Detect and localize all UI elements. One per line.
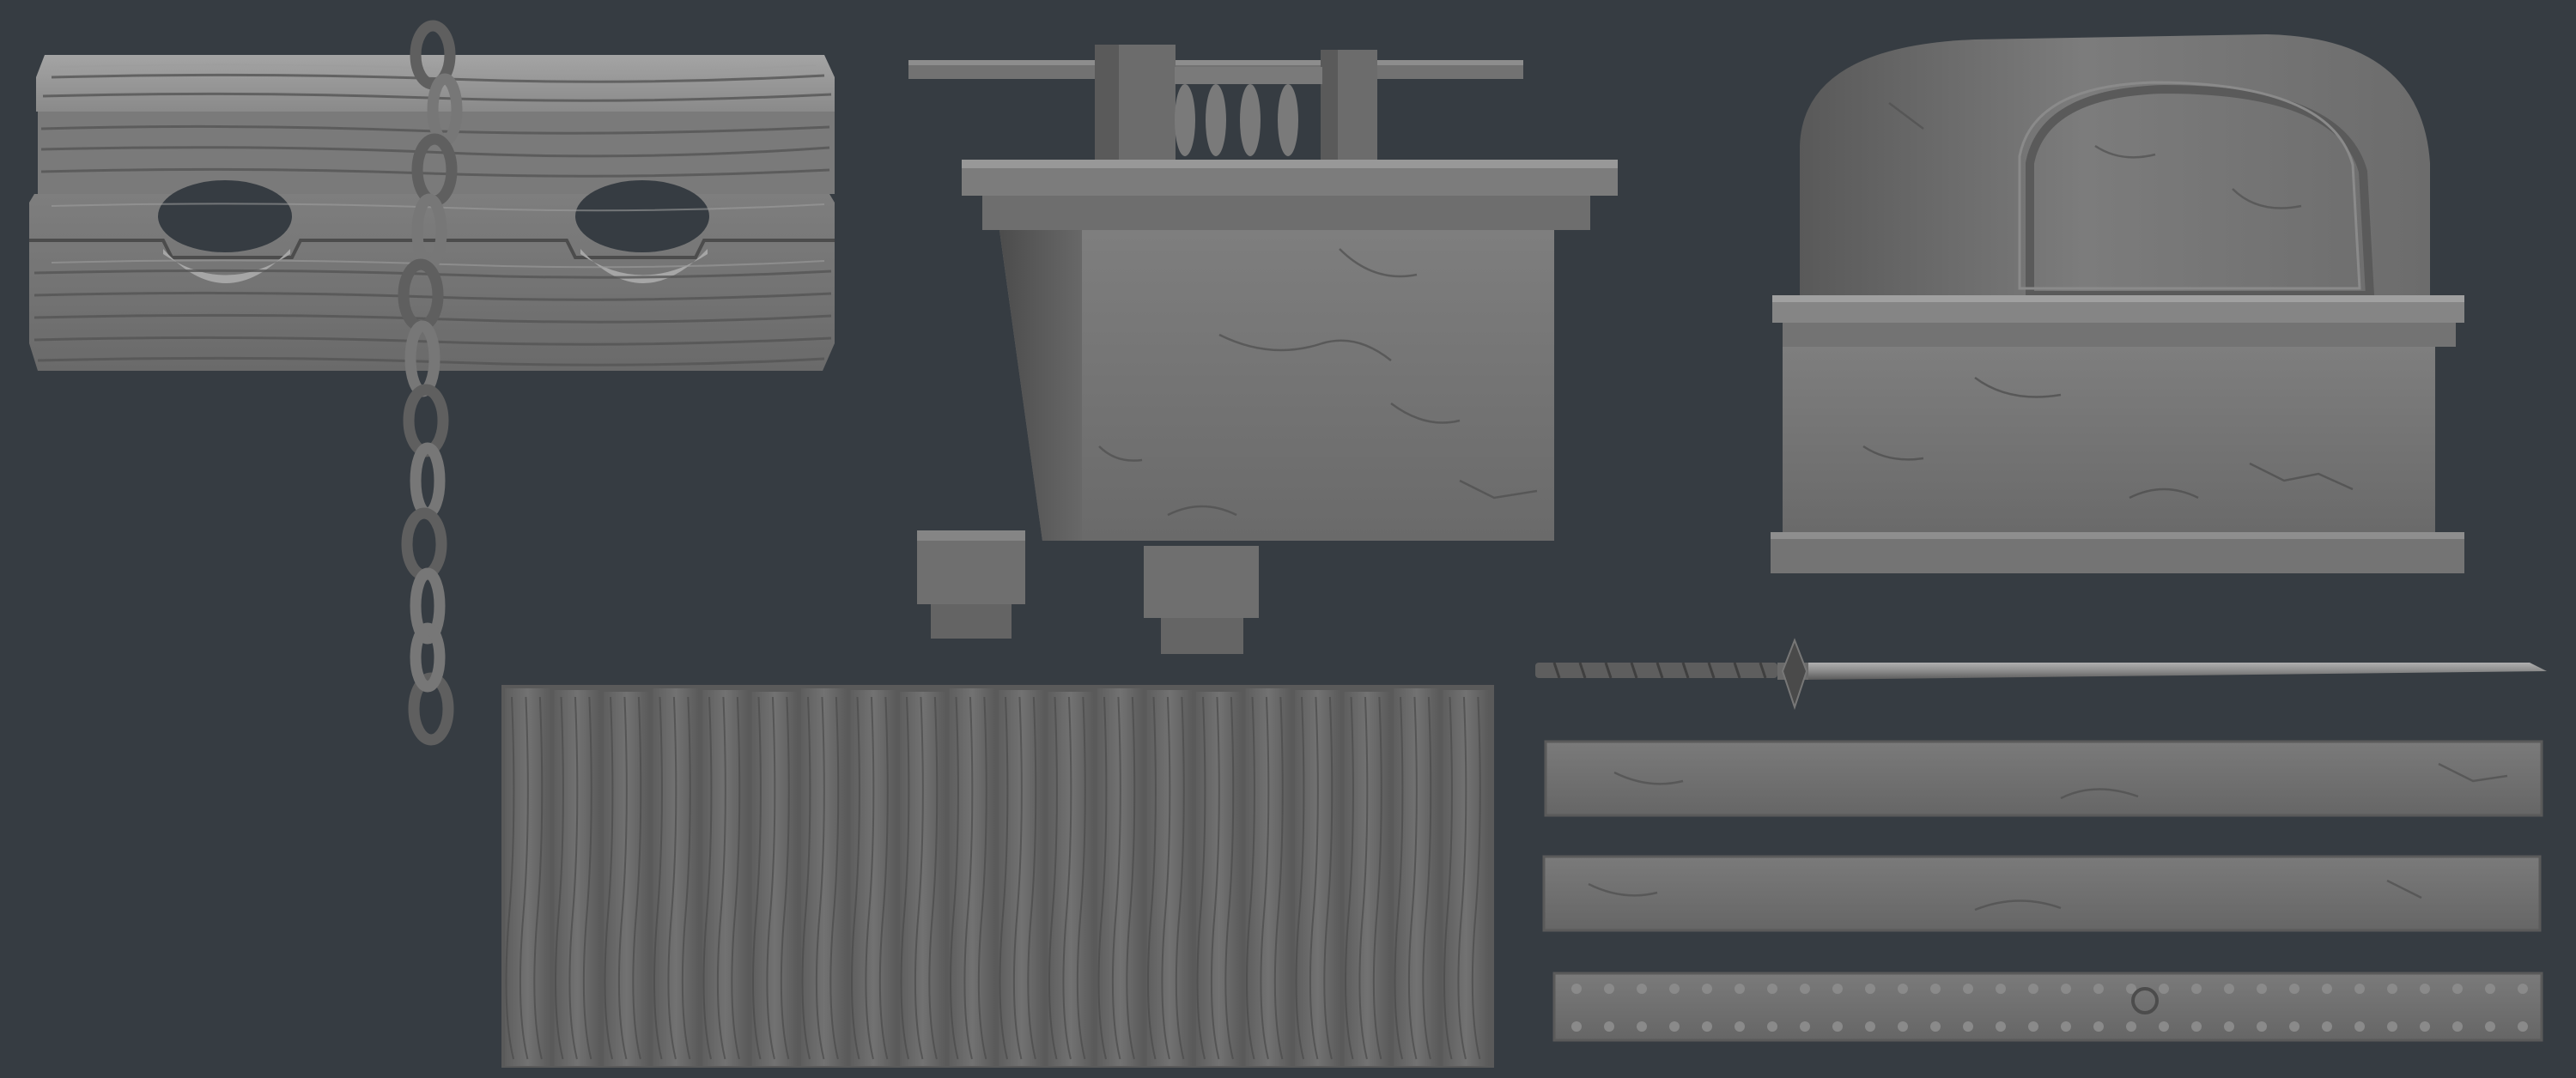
rivet — [2093, 984, 2104, 994]
sculpt-viewport — [0, 0, 2576, 1078]
rivet — [1571, 1021, 1582, 1032]
rivet — [2354, 984, 2365, 994]
rivet — [1865, 984, 1875, 994]
rivet — [1604, 1021, 1614, 1032]
rivet — [1898, 984, 1908, 994]
rivet — [2159, 1021, 2169, 1032]
rivet — [2028, 984, 2038, 994]
rivet — [2028, 1021, 2038, 1032]
rivet — [2257, 1021, 2267, 1032]
rivet — [2224, 984, 2234, 994]
rivet — [1637, 1021, 1647, 1032]
wooden-plank-panel — [501, 685, 1494, 1068]
rivet — [2420, 984, 2430, 994]
rivet — [2354, 1021, 2365, 1032]
sword — [1535, 638, 2547, 711]
rivet — [2485, 984, 2495, 994]
rivet — [2289, 1021, 2300, 1032]
rivet — [1571, 984, 1582, 994]
stone-beam-top — [1544, 740, 2543, 817]
stone-shrine-arch — [1771, 34, 2464, 573]
rivet — [2518, 1021, 2528, 1032]
rivet — [2191, 1021, 2202, 1032]
rivet — [2322, 984, 2332, 994]
riveted-stone-beam — [1552, 972, 2543, 1042]
rivet — [2387, 1021, 2397, 1032]
rivet — [2224, 1021, 2234, 1032]
scene-canvas — [29, 20, 2547, 1068]
rivet — [2159, 984, 2169, 994]
rivet — [1800, 984, 1810, 994]
rivet — [2257, 984, 2267, 994]
rivet — [1735, 984, 1745, 994]
rivet — [2289, 984, 2300, 994]
small-stone-block — [917, 530, 1025, 639]
rivet — [1669, 1021, 1680, 1032]
rivet — [2093, 1021, 2104, 1032]
rivet — [2452, 984, 2463, 994]
rivet — [1898, 1021, 1908, 1032]
rivet — [1604, 984, 1614, 994]
rivet — [2061, 984, 2071, 994]
rivet — [2387, 984, 2397, 994]
rivet — [1930, 984, 1941, 994]
rivet — [1963, 1021, 1973, 1032]
rivet — [2191, 984, 2202, 994]
rivet — [1767, 1021, 1777, 1032]
rivet — [2061, 1021, 2071, 1032]
rivet — [1832, 984, 1843, 994]
rivet — [2452, 1021, 2463, 1032]
rivet — [1767, 984, 1777, 994]
rivet — [1832, 1021, 1843, 1032]
rivet — [2126, 1021, 2136, 1032]
rivet — [2518, 984, 2528, 994]
rivet — [2485, 1021, 2495, 1032]
rivet — [1800, 1021, 1810, 1032]
rivet — [1930, 1021, 1941, 1032]
rivet — [1702, 984, 1712, 994]
rivet — [1735, 1021, 1745, 1032]
stone-beam-middle — [1542, 855, 2542, 932]
rivet — [1996, 984, 2006, 994]
rivet — [1865, 1021, 1875, 1032]
rivet — [1702, 1021, 1712, 1032]
rivet — [2420, 1021, 2430, 1032]
rivet — [1669, 984, 1680, 994]
rivet — [1963, 984, 1973, 994]
rivet — [1637, 984, 1647, 994]
rivet — [2322, 1021, 2332, 1032]
rivet — [1996, 1021, 2006, 1032]
